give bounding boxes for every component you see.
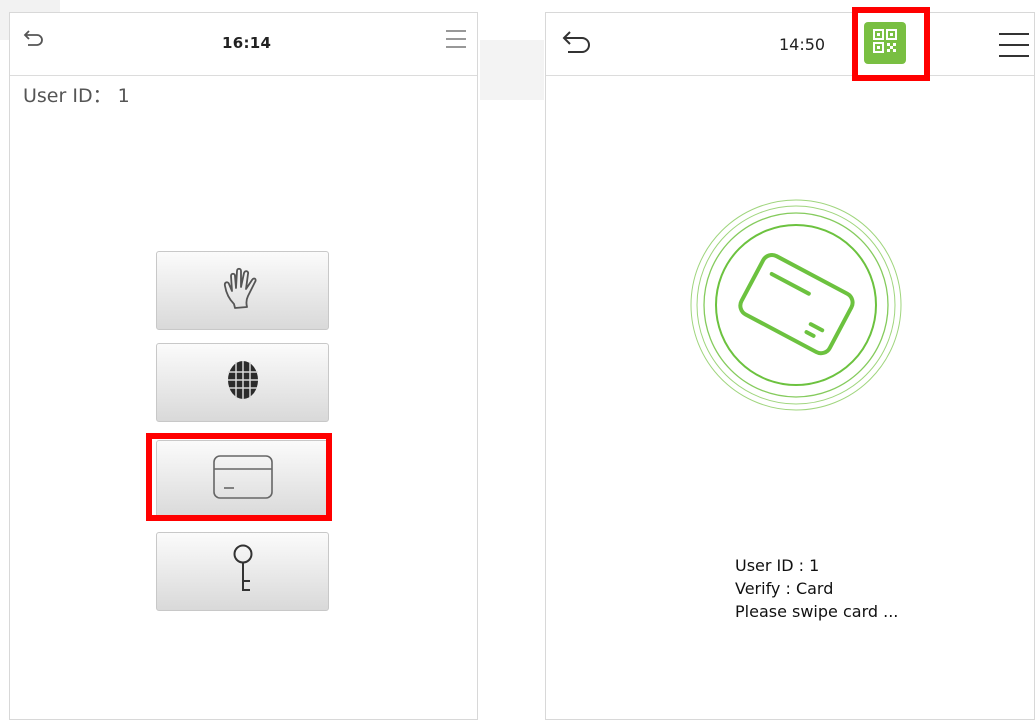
card-verify-button[interactable] — [156, 440, 329, 519]
card-icon — [212, 454, 274, 505]
left-top-bar: 16:14 — [10, 13, 477, 76]
left-screen: 16:14 User ID： 1 — [9, 12, 478, 720]
right-top-bar: 14:50 — [546, 13, 1034, 76]
password-verify-button[interactable] — [156, 532, 329, 611]
verification-status: User ID : 1 Verify : Card Please swipe c… — [735, 554, 898, 623]
menu-icon[interactable] — [998, 31, 1030, 64]
key-icon — [228, 543, 258, 600]
qr-code-icon — [872, 28, 898, 59]
back-arrow-icon[interactable] — [560, 27, 594, 62]
clock-time: 16:14 — [222, 34, 272, 52]
palm-icon — [220, 264, 266, 317]
face-icon — [222, 356, 264, 409]
menu-icon[interactable] — [445, 29, 467, 54]
face-verify-button[interactable] — [156, 343, 329, 422]
user-id-label: User ID： 1 — [23, 85, 130, 107]
clock-time: 14:50 — [779, 35, 826, 54]
status-prompt: Please swipe card ... — [735, 602, 899, 621]
status-verify-mode: Verify : Card — [735, 579, 834, 598]
swipe-card-graphic — [686, 195, 906, 420]
status-user-id: User ID : 1 — [735, 556, 820, 575]
right-screen: 14:50 User ID: 1 Verify: Card Please s… — [545, 12, 1035, 720]
qr-code-button[interactable] — [864, 22, 906, 64]
back-arrow-icon[interactable] — [22, 27, 46, 54]
palm-verify-button[interactable] — [156, 251, 329, 330]
background-shape — [480, 40, 544, 100]
